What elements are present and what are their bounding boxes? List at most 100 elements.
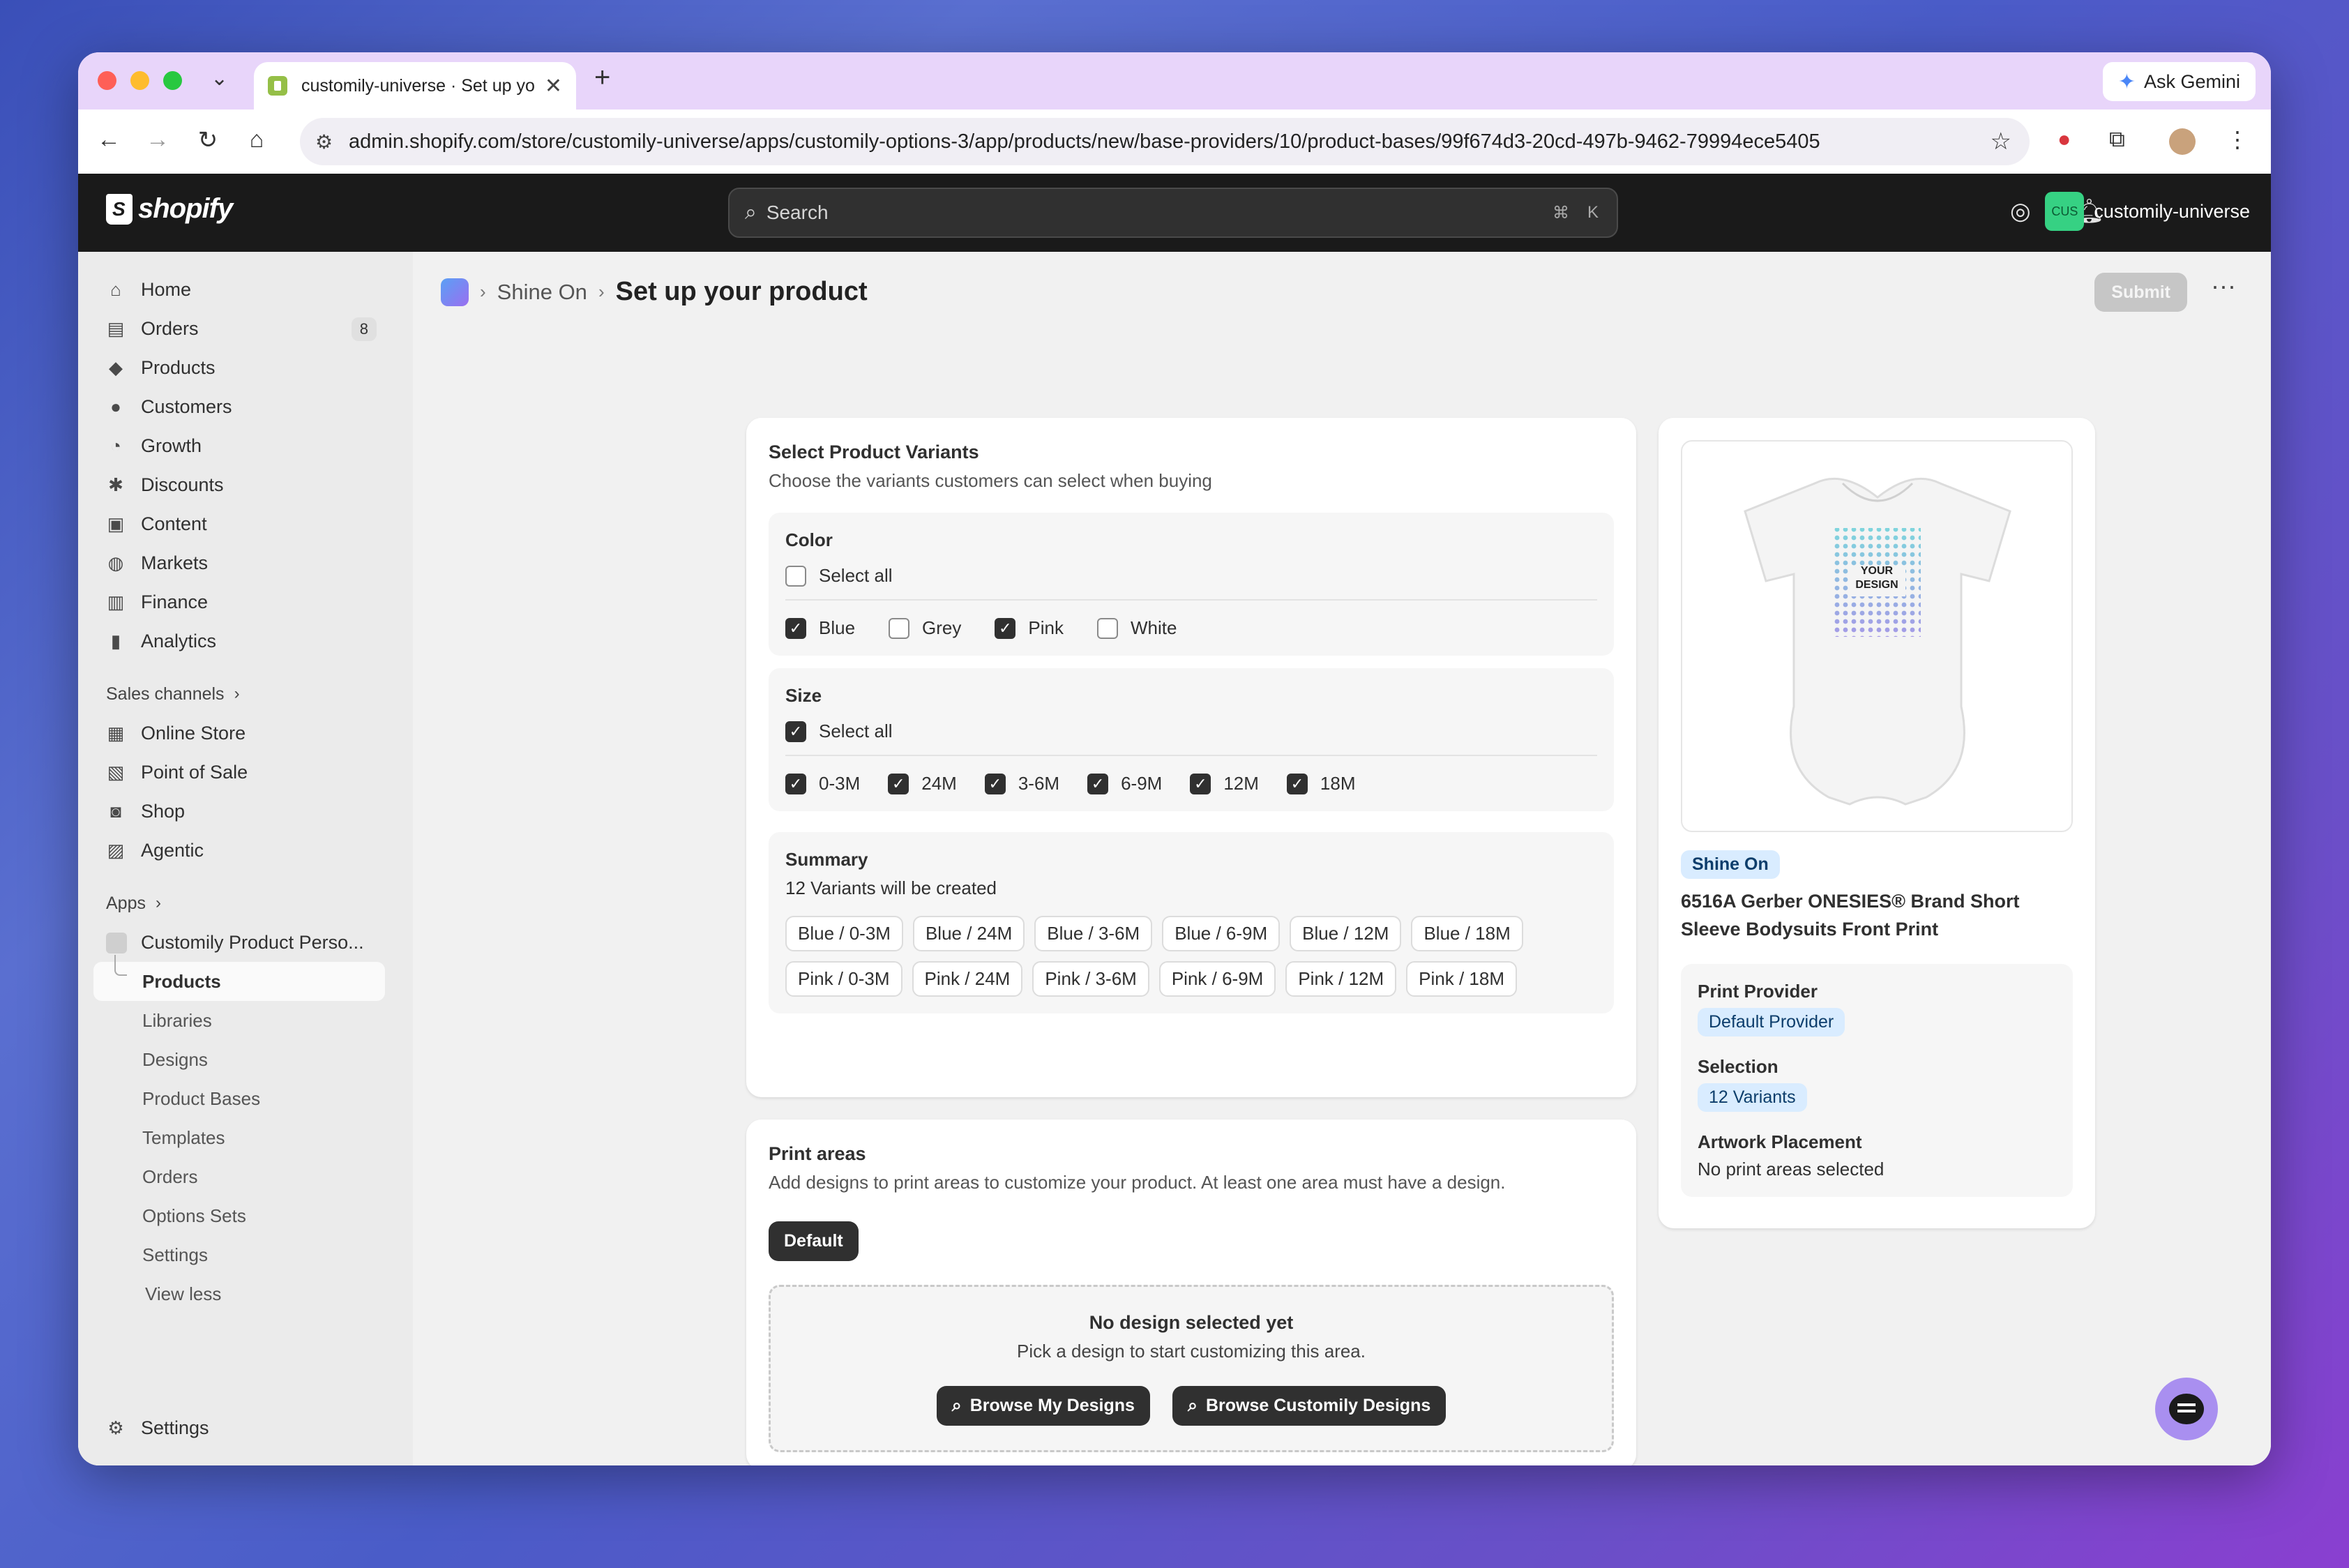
size-3-6m-checkbox[interactable]: ✓ 3-6M [984,773,1060,794]
new-tab-button[interactable]: + [594,62,610,93]
window-controls [98,71,182,90]
sidebar-item-agentic[interactable]: ▨ Agentic [78,831,413,870]
search-input[interactable]: ⌕ Search ⌘ K [728,188,1618,238]
browse-customily-designs-button[interactable]: ⌕ Browse Customily Designs [1172,1386,1447,1426]
ask-gemini-button[interactable]: ✦ Ask Gemini [2102,62,2256,101]
maximize-window-button[interactable] [163,71,182,90]
checkbox [785,565,806,587]
size-select-all-checkbox[interactable]: ✓ Select all [785,721,1597,742]
sidebar-item-orders[interactable]: ▤ Orders 8 [78,309,413,348]
view-less-link[interactable]: View less [78,1274,413,1313]
extension-icon[interactable]: ● [2057,126,2071,152]
url-field[interactable]: ⚙ admin.shopify.com/store/customily-univ… [300,118,2030,165]
address-bar: ← → ↻ ⌂ ⚙ admin.shopify.com/store/custom… [78,110,2271,174]
artwork-value: No print areas selected [1698,1159,1885,1179]
sidebar-sub-orders[interactable]: Orders [78,1157,413,1196]
site-settings-icon[interactable]: ⚙ [315,130,333,153]
close-window-button[interactable] [98,71,116,90]
size-12m-checkbox[interactable]: ✓ 12M [1190,773,1259,794]
agentic-icon: ▨ [107,840,125,861]
sidebar-item-customers[interactable]: ● Customers [78,387,413,426]
color-grey-checkbox[interactable]: Grey [889,617,961,639]
forward-arrow-icon[interactable]: → [144,126,172,153]
browser-menu-icon[interactable]: ⋮ [2226,126,2249,153]
size-18m-checkbox[interactable]: ✓ 18M [1286,773,1355,794]
selection-label: Selection [1698,1056,1778,1077]
sidebar-item-home[interactable]: ⌂ Home [78,270,413,309]
chat-support-button[interactable] [2155,1378,2218,1440]
variant-chip: Blue / 24M [912,916,1025,951]
check-icon: ✓ [984,773,1006,794]
bookmark-star-icon[interactable]: ☆ [1991,128,2011,156]
sidebar-sub-settings[interactable]: Settings [78,1235,413,1274]
sidebar-item-products[interactable]: ◆ Products [78,348,413,387]
size-6-9m-checkbox[interactable]: ✓ 6-9M [1087,773,1162,794]
size-24m-checkbox[interactable]: ✓ 24M [888,773,957,794]
sidebar-sub-designs[interactable]: Designs [78,1040,413,1079]
color-pink-checkbox[interactable]: ✓ Pink [995,617,1064,639]
admin-body: ⌂ Home ▤ Orders 8 ◆ Products ● Customers ◔ Gro… [78,252,2271,1465]
check-icon: ✓ [785,773,806,794]
checkbox-label: 6-9M [1121,773,1163,794]
shop-icon: ◙ [110,801,121,822]
color-title: Color [785,529,833,550]
sidebar-item-content[interactable]: ▣ Content [78,504,413,543]
sidebar-sub-libraries[interactable]: Libraries [78,1001,413,1040]
sub-item-label: Products [142,970,221,992]
sales-channels-header[interactable]: Sales channels › [78,674,413,714]
minimize-window-button[interactable] [130,71,149,90]
sidebar-item-shop[interactable]: ◙ Shop [78,792,413,831]
close-tab-icon[interactable]: ✕ [545,74,562,98]
color-blue-checkbox[interactable]: ✓ Blue [785,617,855,639]
browser-tab[interactable]: customily-universe · Set up your product… [254,62,576,110]
sidebar-item-growth[interactable]: ◔ Growth [78,426,413,465]
size-title: Size [785,685,822,706]
product-name: 6516A Gerber ONESIES® Brand Short Sleeve… [1681,891,2020,940]
sidebar-sub-products[interactable]: Products [93,955,385,1001]
breadcrumb-shine-on[interactable]: Shine On [497,280,587,305]
sidebar-item-customily-app[interactable]: Customily Product Perso... [78,923,413,962]
sidebar-item-label: Products [141,356,216,378]
home-icon[interactable]: ⌂ [243,126,271,153]
size-0-3m-checkbox[interactable]: ✓ 0-3M [785,773,860,794]
sidebar-item-analytics[interactable]: ▮ Analytics [78,621,413,661]
color-select-all-checkbox[interactable]: Select all [785,565,1597,587]
person-icon: ● [110,396,121,417]
sidebar-item-label: Finance [141,591,209,612]
search-shortcut: ⌘ K [1553,203,1599,223]
app-icon [106,933,127,953]
submit-button[interactable]: Submit [2094,273,2187,312]
extensions-puzzle-icon[interactable]: ⧉ [2109,126,2125,153]
sidebar-sub-product-bases[interactable]: Product Bases [78,1079,413,1118]
sidebar-sub-templates[interactable]: Templates [78,1118,413,1157]
button-label: Browse Customily Designs [1205,1396,1431,1415]
apps-header[interactable]: Apps › [78,884,413,923]
sidebar-item-online-store[interactable]: ▦ Online Store [78,714,413,753]
color-white-checkbox[interactable]: White [1096,617,1177,639]
sidekick-icon[interactable]: ◎ [2010,197,2031,225]
browse-my-designs-button[interactable]: ⌕ Browse My Designs [936,1386,1150,1426]
sidebar-item-markets[interactable]: ◍ Markets [78,543,413,582]
checkbox-label: 3-6M [1018,773,1060,794]
sidebar-item-label: Point of Sale [141,761,248,783]
back-arrow-icon[interactable]: ← [95,126,123,153]
sidebar-item-settings[interactable]: ⚙ Settings [78,1408,413,1447]
sidebar-item-label: Analytics [141,630,217,651]
more-actions-icon[interactable]: ··· [2211,271,2236,301]
profile-avatar[interactable] [2169,128,2196,155]
store-menu[interactable]: CUS customily-universe [2045,192,2250,231]
tab-search-chevron-icon[interactable]: ⌄ [211,66,228,91]
sidebar-item-discounts[interactable]: ✱ Discounts [78,465,413,504]
product-card: YOUR DESIGN Shine On 6516A Gerber ONESIE… [1659,418,2095,1228]
shopify-logo[interactable]: shopify [106,193,233,225]
tab-strip: ⌄ customily-universe · Set up your produ… [78,52,2271,110]
orders-count-badge: 8 [351,317,377,341]
print-area-default-tab[interactable]: Default [769,1221,859,1261]
sidebar-sub-options-sets[interactable]: Options Sets [78,1196,413,1235]
reload-icon[interactable]: ↻ [194,126,222,154]
sidebar-item-point-of-sale[interactable]: ▧ Point of Sale [78,753,413,792]
sidebar-item-label: Settings [141,1417,209,1438]
variant-chip: Blue / 0-3M [785,916,903,951]
sidebar-item-finance[interactable]: ▥ Finance [78,582,413,621]
section-label: Apps [106,893,146,913]
